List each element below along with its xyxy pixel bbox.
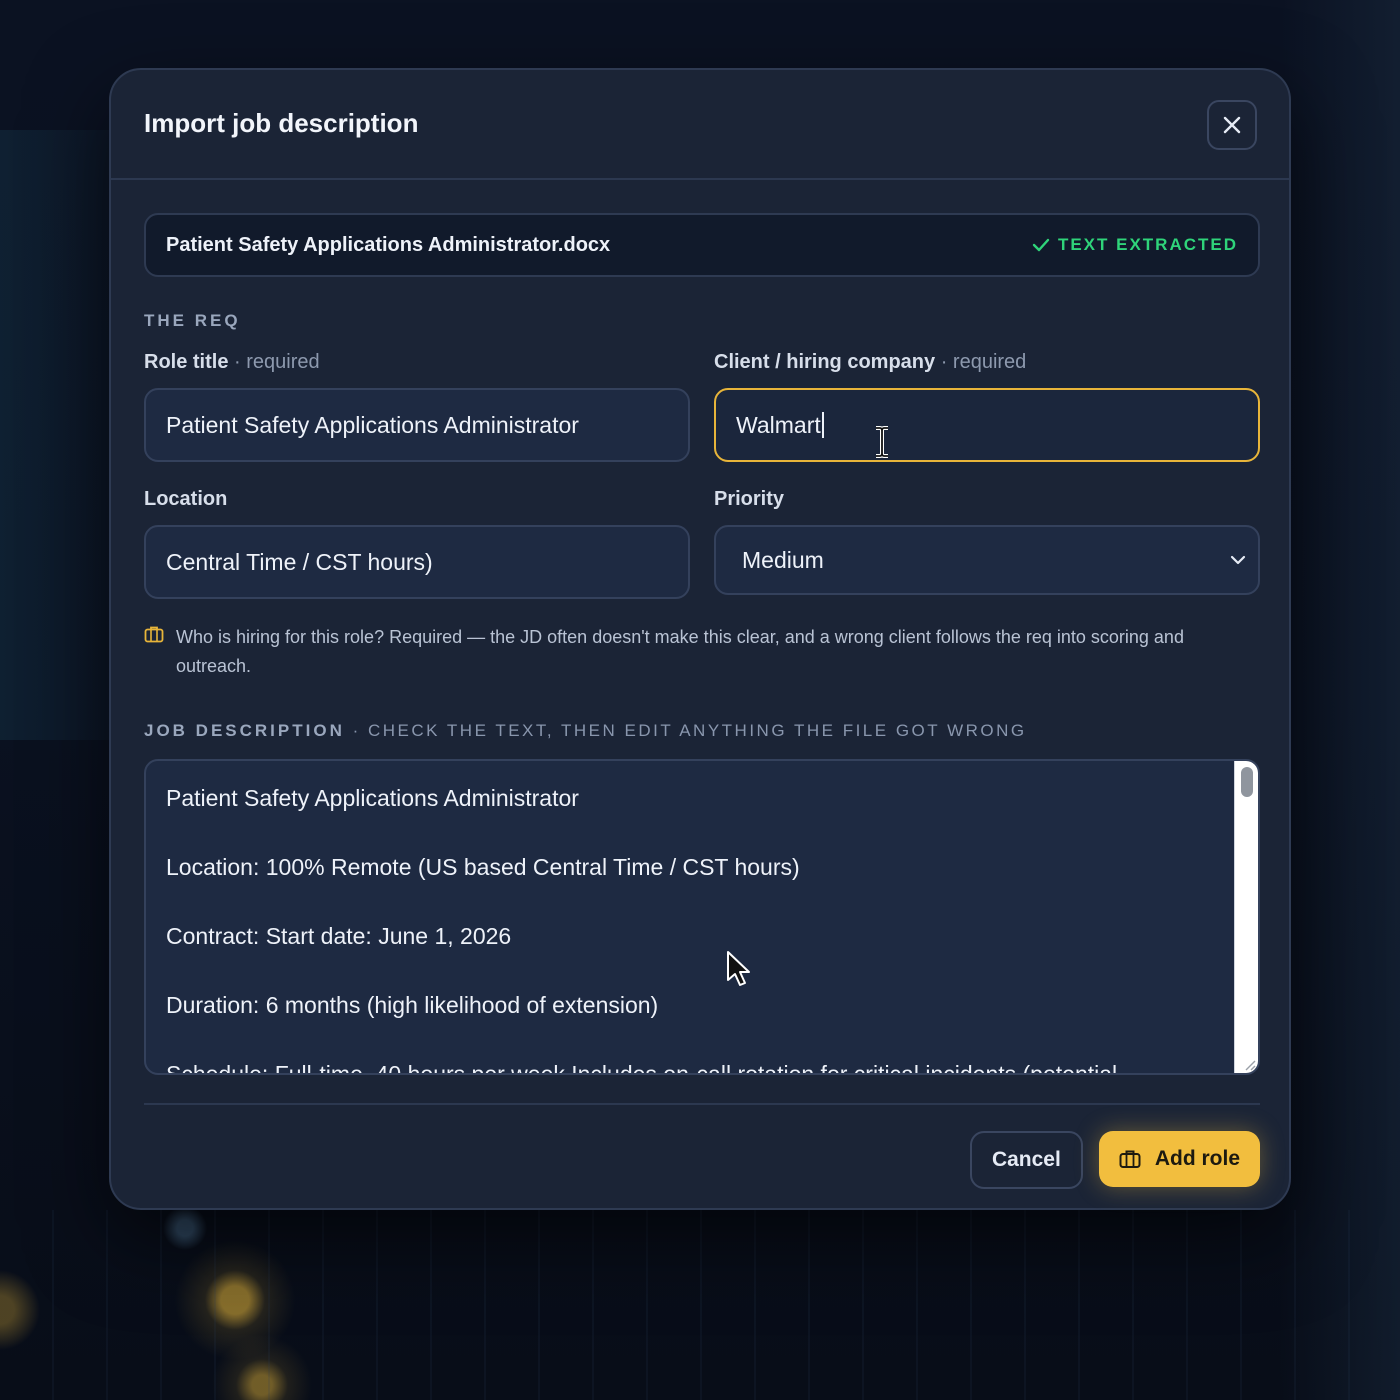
- text-caret: [821, 412, 824, 438]
- extraction-status-label: TEXT EXTRACTED: [1057, 235, 1238, 254]
- required-marker: · required: [234, 351, 320, 373]
- jd-line: Duration: 6 months (high likelihood of e…: [166, 992, 659, 1018]
- jd-line: Schedule: Full-time, 40 hours per week I…: [166, 1061, 1118, 1075]
- client-value: Walmart: [736, 411, 821, 438]
- add-role-label: Add role: [1154, 1147, 1240, 1170]
- jd-line: Contract: Start date: June 1, 2026: [166, 923, 512, 949]
- modal-header: Import job description: [111, 70, 1289, 180]
- background-panel-left: [0, 130, 110, 740]
- required-marker: · required: [940, 351, 1027, 373]
- client-label-text: Client / hiring company: [714, 351, 936, 373]
- close-button[interactable]: [1207, 100, 1257, 150]
- role-title-input[interactable]: Patient Safety Applications Administrato…: [144, 388, 690, 462]
- priority-label: Priority: [714, 488, 785, 510]
- req-section-label: THE REQ: [144, 311, 241, 330]
- background-chart: [0, 1210, 1400, 1400]
- add-role-button[interactable]: Add role: [1098, 1131, 1260, 1187]
- close-icon: [1223, 116, 1241, 134]
- jd-section-label: JOB DESCRIPTION · CHECK THE TEXT, THEN E…: [144, 721, 1260, 741]
- textarea-scrollbar[interactable]: [1234, 761, 1258, 1073]
- jd-line: Patient Safety Applications Administrato…: [166, 785, 579, 811]
- chevron-down-icon: [1230, 555, 1246, 565]
- role-title-label-text: Role title: [144, 351, 229, 373]
- priority-value: Medium: [742, 546, 824, 573]
- extraction-status: TEXT EXTRACTED: [1032, 235, 1238, 255]
- text-cursor-icon: [876, 426, 888, 458]
- location-value: Central Time / CST hours): [166, 548, 433, 575]
- briefcase-icon: [144, 626, 164, 643]
- modal-title: Import job description: [144, 108, 419, 138]
- client-label: Client / hiring company · required: [714, 351, 1260, 374]
- priority-group: Priority Medium: [714, 488, 1260, 599]
- cancel-button[interactable]: Cancel: [969, 1131, 1083, 1189]
- file-name: Patient Safety Applications Administrato…: [166, 233, 611, 256]
- role-title-group: Role title · required Patient Safety App…: [144, 351, 690, 462]
- location-label: Location: [144, 488, 228, 510]
- jd-section-sublabel: · CHECK THE TEXT, THEN EDIT ANYTHING THE…: [352, 721, 1027, 740]
- location-input[interactable]: Central Time / CST hours): [144, 525, 690, 599]
- role-title-label: Role title · required: [144, 351, 690, 374]
- hint-text: Who is hiring for this role? Required — …: [176, 627, 1184, 676]
- job-description-text: Patient Safety Applications Administrato…: [166, 783, 1218, 1075]
- pointer-cursor-icon: [727, 951, 750, 986]
- client-hint: Who is hiring for this role? Required — …: [144, 623, 1260, 681]
- background-panel-right: [1280, 0, 1400, 1400]
- file-card: Patient Safety Applications Administrato…: [144, 213, 1260, 277]
- import-job-modal: Import job description Patient Safety Ap…: [109, 68, 1291, 1210]
- footer-divider: [144, 1103, 1260, 1105]
- priority-select[interactable]: Medium: [714, 525, 1260, 595]
- client-input[interactable]: Walmart: [714, 388, 1260, 462]
- scrollbar-thumb[interactable]: [1241, 767, 1253, 797]
- jd-line: Location: 100% Remote (US based Central …: [166, 854, 800, 880]
- briefcase-icon: [1119, 1150, 1141, 1168]
- req-fields: Role title · required Patient Safety App…: [144, 351, 1260, 462]
- job-description-textarea[interactable]: Patient Safety Applications Administrato…: [144, 759, 1260, 1075]
- modal-body: Patient Safety Applications Administrato…: [144, 213, 1260, 1189]
- modal-footer: Cancel Add role: [144, 1131, 1260, 1189]
- client-group: Client / hiring company · required Walma…: [714, 351, 1260, 462]
- resize-grip-icon[interactable]: [1242, 1057, 1256, 1071]
- req-fields-row-2: Location Central Time / CST hours) Prior…: [144, 488, 1260, 599]
- jd-section-title: JOB DESCRIPTION: [144, 721, 345, 740]
- location-group: Location Central Time / CST hours): [144, 488, 690, 599]
- check-icon: [1032, 238, 1050, 252]
- role-title-value: Patient Safety Applications Administrato…: [166, 411, 579, 438]
